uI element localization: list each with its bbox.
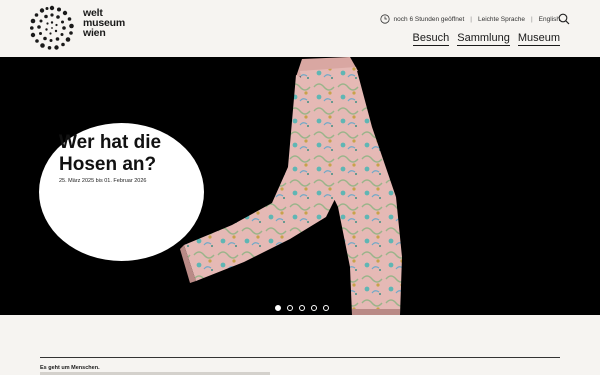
site-header: welt museum wien noch 6 Stunden geöffnet… [0,0,600,57]
slide-dot-5[interactable] [323,305,329,311]
opening-hours-link[interactable]: noch 6 Stunden geöffnet [394,16,465,23]
clock-icon [379,14,390,24]
brand-line-3: wien [83,27,106,39]
slider-pagination [275,305,329,311]
section-divider [40,357,560,358]
exhibition-title[interactable]: Wer hat die Hosen an? [59,132,189,176]
weltmuseum-logo[interactable] [28,4,76,52]
language-switch-link[interactable]: English [539,16,560,23]
nav-item-besuch[interactable]: Besuch [412,32,450,46]
nav-item-sammlung[interactable]: Sammlung [457,32,510,46]
slide-dot-1[interactable] [275,305,281,311]
exhibition-date: 25. März 2025 bis 01. Februar 2026 [59,178,147,184]
search-icon[interactable] [558,13,570,25]
utility-nav: noch 6 Stunden geöffnet | Leichte Sprach… [379,14,560,24]
slide-dot-4[interactable] [311,305,317,311]
utility-separator: | [470,15,472,23]
brand-wordmark[interactable]: welt museum wien [83,8,125,39]
utility-separator: | [530,15,533,23]
intro-heading: Es geht um Menschen. [40,365,100,371]
slide-dot-3[interactable] [299,305,305,311]
slide-dot-2[interactable] [287,305,293,311]
nav-item-museum[interactable]: Museum [517,32,560,46]
easy-language-link[interactable]: Leichte Sprache [478,16,525,23]
main-nav: Besuch Sammlung Museum [412,32,560,46]
